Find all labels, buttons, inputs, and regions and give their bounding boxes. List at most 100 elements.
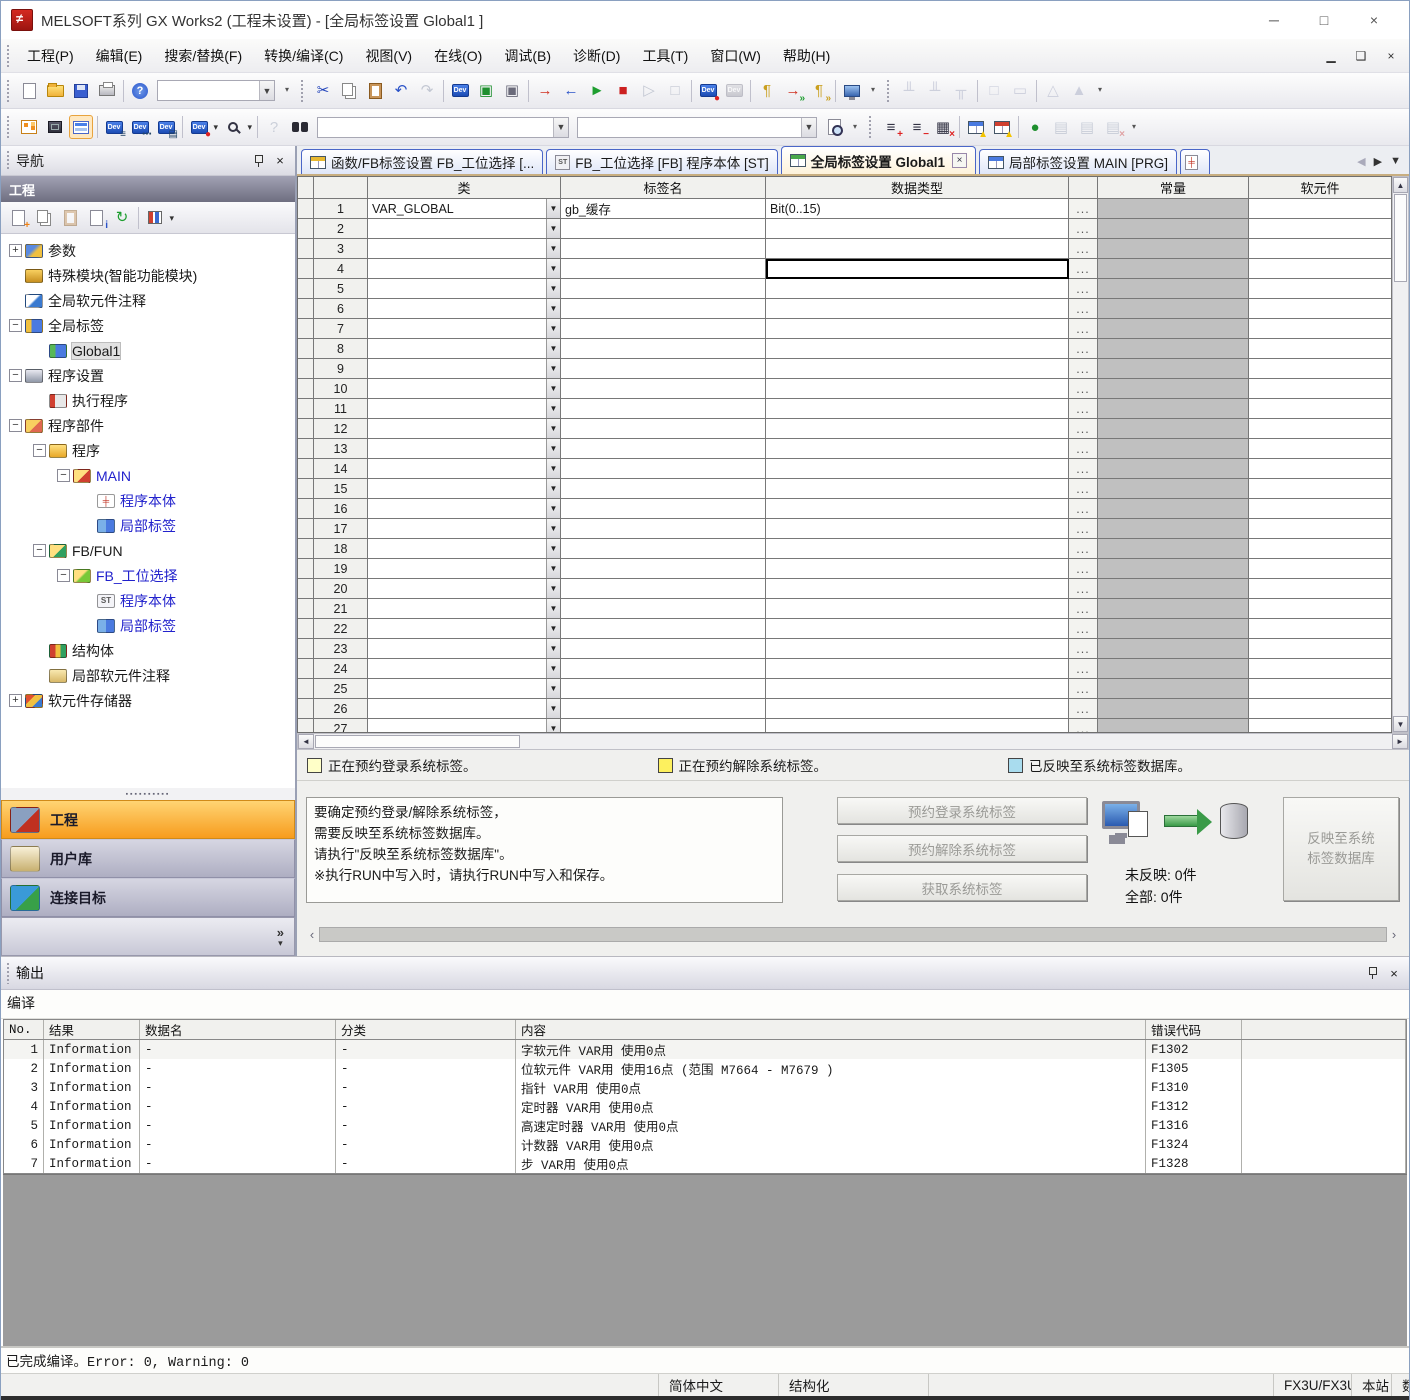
cell-data-type[interactable] xyxy=(766,639,1069,659)
class-dropdown-icon[interactable]: ▼ xyxy=(546,659,560,678)
horizontal-scrollbar[interactable]: ◄ ► xyxy=(297,733,1409,750)
tree-item[interactable]: 特殊模块(智能功能模块) xyxy=(1,263,295,288)
mdi-restore-button[interactable]: ❑ xyxy=(1353,49,1369,63)
cell-data-type[interactable] xyxy=(766,539,1069,559)
device-comment-icon[interactable]: ≡ xyxy=(102,115,126,139)
device-search-icon[interactable]: ▾ xyxy=(221,115,245,139)
row-number-cell[interactable]: 24 xyxy=(314,659,368,679)
cell-class[interactable]: ▼ xyxy=(368,399,561,419)
cell-device[interactable] xyxy=(1249,719,1392,733)
output-row[interactable]: 3Information--指针 VAR用 使用0点F1310 xyxy=(4,1078,1406,1097)
row-number-cell[interactable]: 16 xyxy=(314,499,368,519)
tab-scroll-left-icon[interactable]: ◀ xyxy=(1357,155,1365,168)
view-button[interactable]: 连接目标 xyxy=(1,878,295,917)
cell-class[interactable]: ▼ xyxy=(368,419,561,439)
toolbar-grip[interactable] xyxy=(886,79,891,102)
cell-device[interactable] xyxy=(1249,679,1392,699)
type-browse-button[interactable]: ... xyxy=(1069,419,1098,439)
tree-item[interactable]: −程序部件 xyxy=(1,413,295,438)
module-config-icon[interactable] xyxy=(43,115,67,139)
undo-icon[interactable]: ↶ xyxy=(389,79,413,103)
type-browse-button[interactable]: ... xyxy=(1069,479,1098,499)
output-row[interactable]: 1Information--字软元件 VAR用 使用0点F1302 xyxy=(4,1040,1406,1059)
cell-device[interactable] xyxy=(1249,619,1392,639)
menubar-grip[interactable] xyxy=(6,44,11,67)
toolbar-grip[interactable] xyxy=(868,115,873,139)
menu-item[interactable]: 窗口(W) xyxy=(699,42,772,70)
mdi-close-button[interactable]: × xyxy=(1383,49,1399,63)
refresh-icon[interactable]: ↻ xyxy=(110,206,134,230)
toolbar-overflow-icon[interactable]: ▾ xyxy=(1128,115,1140,139)
tab-list-icon[interactable]: ▼ xyxy=(1390,155,1401,168)
scroll-down-icon[interactable]: ▼ xyxy=(1393,716,1408,732)
cell-device[interactable] xyxy=(1249,419,1392,439)
cell-device[interactable] xyxy=(1249,399,1392,419)
type-browse-button[interactable]: ... xyxy=(1069,279,1098,299)
cell-label-name[interactable] xyxy=(561,619,766,639)
document-tab[interactable] xyxy=(1180,149,1210,174)
cell-class[interactable]: ▼ xyxy=(368,319,561,339)
cell-device[interactable] xyxy=(1249,339,1392,359)
cell-device[interactable] xyxy=(1249,559,1392,579)
row-number-cell[interactable]: 3 xyxy=(314,239,368,259)
class-dropdown-icon[interactable]: ▼ xyxy=(546,459,560,478)
tab-close-icon[interactable]: × xyxy=(952,153,967,168)
cell-device[interactable] xyxy=(1249,699,1392,719)
tree-item[interactable]: +参数 xyxy=(1,238,295,263)
cell-device[interactable] xyxy=(1249,439,1392,459)
cell-class[interactable]: ▼ xyxy=(368,359,561,379)
tree-item[interactable]: 执行程序 xyxy=(1,388,295,413)
cell-data-type[interactable] xyxy=(766,579,1069,599)
cell-data-type[interactable] xyxy=(766,659,1069,679)
cell-data-type[interactable] xyxy=(766,259,1069,279)
cell-data-type[interactable] xyxy=(766,379,1069,399)
type-browse-button[interactable]: ... xyxy=(1069,539,1098,559)
cell-data-type[interactable] xyxy=(766,339,1069,359)
device-find-icon[interactable] xyxy=(448,79,472,103)
cell-device[interactable] xyxy=(1249,639,1392,659)
find-keyword-combo[interactable]: ▼ xyxy=(577,117,817,138)
pc-communication-icon[interactable] xyxy=(840,79,864,103)
cell-device[interactable] xyxy=(1249,359,1392,379)
cell-device[interactable] xyxy=(1249,319,1392,339)
cell-class[interactable]: ▼ xyxy=(368,239,561,259)
type-browse-button[interactable]: ... xyxy=(1069,659,1098,679)
row-number-cell[interactable]: 1 xyxy=(314,199,368,219)
cell-device[interactable] xyxy=(1249,459,1392,479)
cell-data-type[interactable]: Bit(0..15) xyxy=(766,199,1069,219)
output-pin-icon[interactable] xyxy=(1368,967,1377,979)
cell-data-type[interactable] xyxy=(766,419,1069,439)
cell-label-name[interactable] xyxy=(561,219,766,239)
statement-edit-icon[interactable]: ¶» xyxy=(807,79,831,103)
help-icon[interactable] xyxy=(128,79,152,103)
class-dropdown-icon[interactable]: ▼ xyxy=(546,199,560,218)
cell-device[interactable] xyxy=(1249,659,1392,679)
scroll-up-icon[interactable]: ▲ xyxy=(1393,177,1408,193)
collapse-icon[interactable]: − xyxy=(33,544,46,557)
tree-item[interactable]: Global1 xyxy=(1,338,295,363)
class-dropdown-icon[interactable]: ▼ xyxy=(546,559,560,578)
row-number-cell[interactable]: 20 xyxy=(314,579,368,599)
toolbar-overflow-icon[interactable]: ▾ xyxy=(1094,79,1106,103)
menu-item[interactable]: 编辑(E) xyxy=(85,42,154,70)
cell-label-name[interactable] xyxy=(561,439,766,459)
cell-device[interactable] xyxy=(1249,279,1392,299)
tab-scroll-right-icon[interactable]: ▶ xyxy=(1374,155,1382,168)
cell-class[interactable]: ▼ xyxy=(368,719,561,733)
cell-class[interactable]: ▼ xyxy=(368,699,561,719)
cross-reference-icon[interactable]: ● xyxy=(1023,115,1047,139)
row-number-cell[interactable]: 22 xyxy=(314,619,368,639)
device-test-icon[interactable]: ● xyxy=(696,79,720,103)
new-project-icon[interactable] xyxy=(17,79,41,103)
tree-item[interactable]: 局部软元件注释 xyxy=(1,663,295,688)
window-close-button[interactable]: × xyxy=(1363,12,1385,28)
cell-label-name[interactable] xyxy=(561,239,766,259)
collapse-icon[interactable]: − xyxy=(33,444,46,457)
class-dropdown-icon[interactable]: ▼ xyxy=(546,319,560,338)
output-row[interactable]: 4Information--定时器 VAR用 使用0点F1312 xyxy=(4,1097,1406,1116)
cell-data-type[interactable] xyxy=(766,239,1069,259)
cell-data-type[interactable] xyxy=(766,499,1069,519)
row-number-cell[interactable]: 5 xyxy=(314,279,368,299)
output-row[interactable]: 6Information--计数器 VAR用 使用0点F1324 xyxy=(4,1135,1406,1154)
device-display-icon[interactable]: ●▾ xyxy=(187,115,211,139)
